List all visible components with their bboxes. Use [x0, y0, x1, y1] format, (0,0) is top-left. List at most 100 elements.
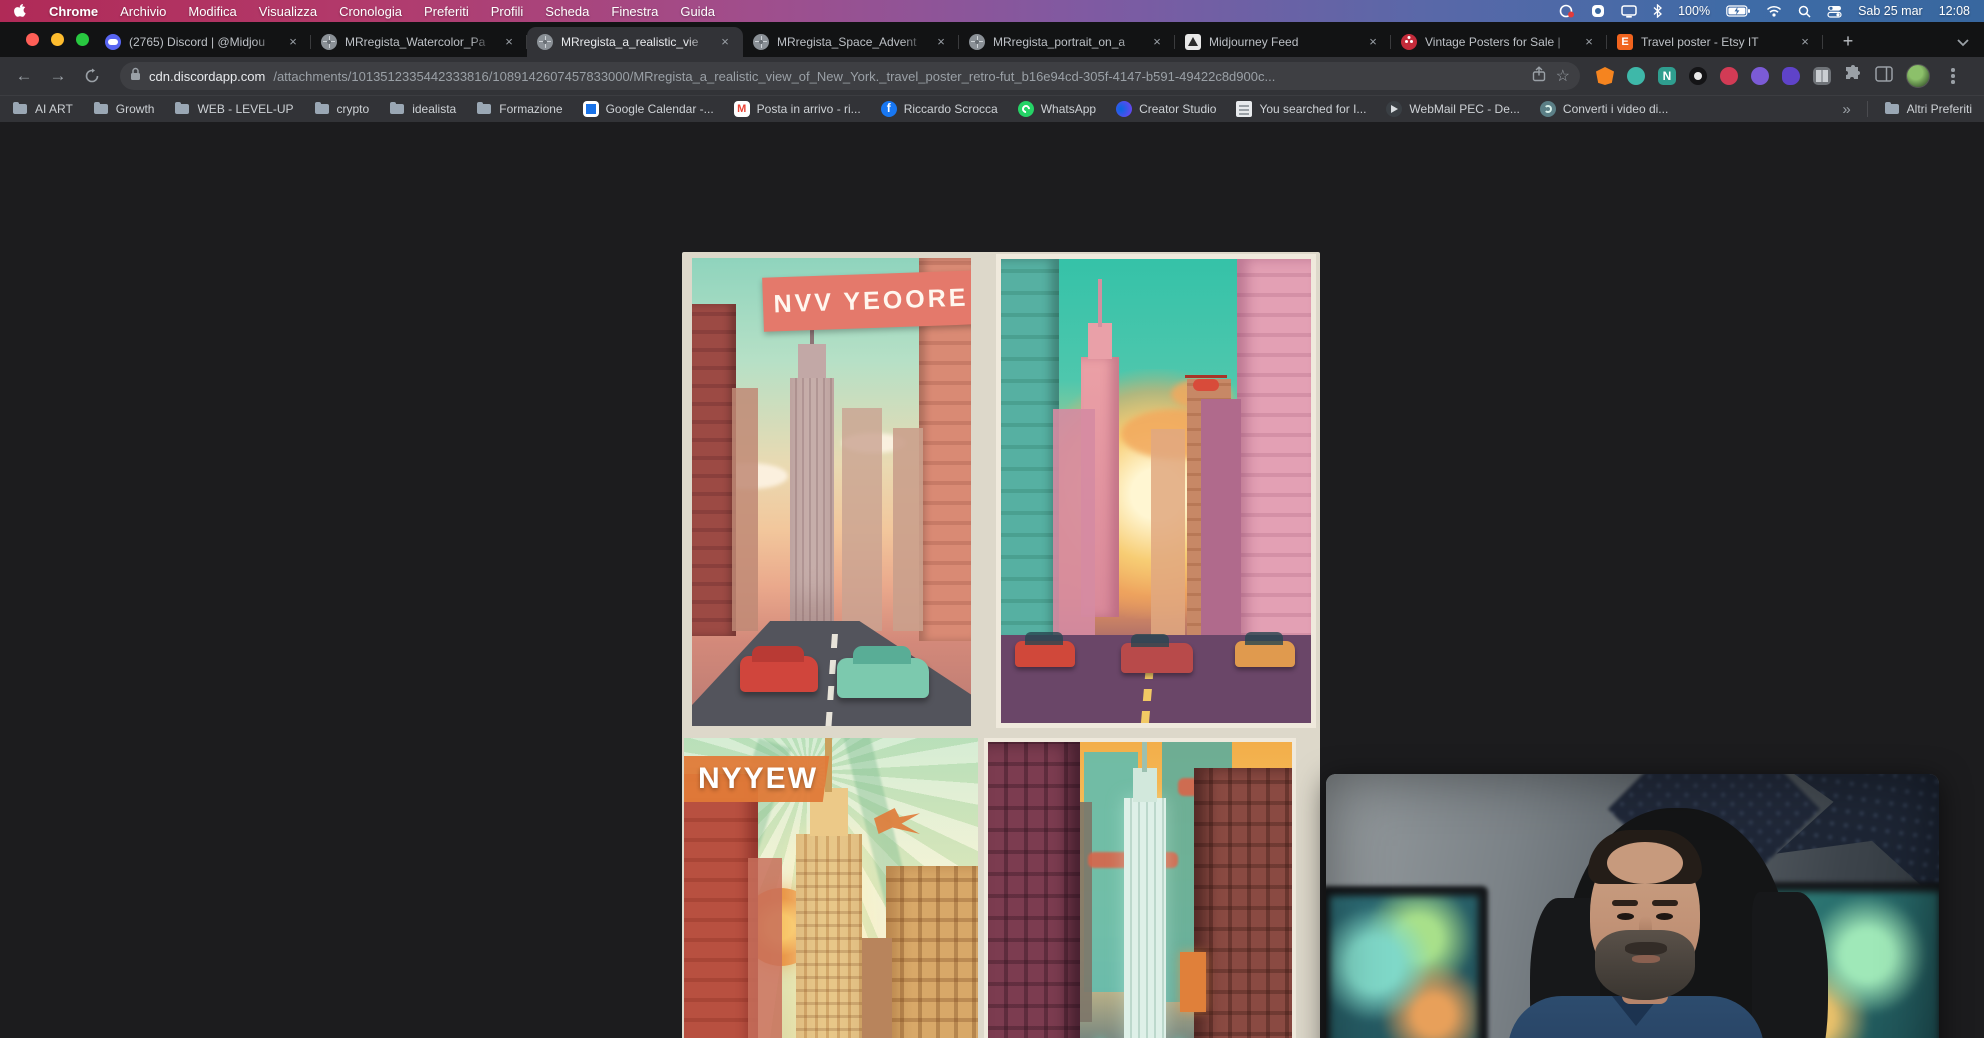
menu-preferiti[interactable]: Preferiti [424, 4, 469, 19]
tab-close-icon[interactable]: × [1581, 34, 1597, 50]
bookmarks-overflow-button[interactable]: » [1842, 101, 1850, 118]
etsy-icon [1617, 34, 1633, 50]
bookmark-converti-video[interactable]: Converti i video di... [1540, 101, 1668, 117]
bookmark-facebook-profile[interactable]: Riccardo Scrocca [881, 101, 998, 117]
minimize-window-button[interactable] [51, 33, 64, 46]
shield-app-icon[interactable] [1591, 4, 1605, 18]
tab-discord[interactable]: (2765) Discord | @Midjou × [95, 27, 311, 57]
tab-midjourney-feed[interactable]: Midjourney Feed × [1175, 27, 1391, 57]
chrome-menu-icon[interactable] [1943, 64, 1963, 88]
tab-close-icon[interactable]: × [933, 34, 949, 50]
menu-finestra[interactable]: Finestra [611, 4, 658, 19]
fullscreen-window-button[interactable] [76, 33, 89, 46]
menu-cronologia[interactable]: Cronologia [339, 4, 402, 19]
menu-app-name[interactable]: Chrome [49, 4, 98, 19]
gmail-icon [734, 101, 750, 117]
screen-record-status-icon[interactable] [1559, 4, 1575, 18]
menubar-time[interactable]: 12:08 [1939, 4, 1970, 18]
chrome-tab-strip: (2765) Discord | @Midjou × MRregista_Wat… [0, 22, 1984, 57]
menu-visualizza[interactable]: Visualizza [259, 4, 317, 19]
other-bookmarks-folder[interactable]: Altri Preferiti [1884, 101, 1972, 117]
vintage-car [1015, 641, 1075, 667]
share-icon[interactable] [1532, 66, 1546, 87]
globe-icon [969, 34, 985, 50]
menu-archivio[interactable]: Archivio [120, 4, 166, 19]
document-icon [1236, 101, 1252, 117]
new-tab-button[interactable]: + [1835, 29, 1861, 55]
url-domain: cdn.discordapp.com [149, 69, 265, 84]
tab-close-icon[interactable]: × [1149, 34, 1165, 50]
tab-space-adventure[interactable]: MRregista_Space_Advent × [743, 27, 959, 57]
forward-button[interactable]: → [44, 62, 72, 90]
empire-state-building-illustration [790, 378, 834, 628]
display-icon[interactable] [1621, 5, 1637, 18]
purple-extension-icon[interactable] [1751, 67, 1769, 85]
spotlight-search-icon[interactable] [1798, 5, 1811, 18]
menu-guida[interactable]: Guida [680, 4, 715, 19]
teal-extension-icon[interactable] [1627, 67, 1645, 85]
vintage-car [1121, 643, 1193, 673]
wifi-icon[interactable] [1766, 5, 1782, 17]
red-extension-icon[interactable] [1720, 67, 1738, 85]
bookmark-whatsapp[interactable]: WhatsApp [1018, 101, 1096, 117]
bookmark-folder-web-level-up[interactable]: WEB - LEVEL-UP [174, 101, 293, 117]
bookmark-you-searched[interactable]: You searched for I... [1236, 101, 1366, 117]
grid-extension-icon[interactable] [1813, 67, 1831, 85]
tab-close-icon[interactable]: × [717, 34, 733, 50]
poster-building [684, 774, 758, 1038]
apple-logo-icon[interactable] [14, 4, 27, 19]
poster-building [886, 866, 978, 1038]
bookmark-folder-crypto[interactable]: crypto [314, 101, 370, 117]
tab-close-icon[interactable]: × [1797, 34, 1813, 50]
bookmark-creator-studio[interactable]: Creator Studio [1116, 101, 1216, 117]
tab-watercolor[interactable]: MRregista_Watercolor_Pa × [311, 27, 527, 57]
menu-scheda[interactable]: Scheda [545, 4, 589, 19]
violet-extension-icon[interactable] [1782, 67, 1800, 85]
poster-neon-sign [1180, 952, 1206, 1012]
tab-vintage-posters[interactable]: Vintage Posters for Sale | × [1391, 27, 1607, 57]
bookmark-star-icon[interactable]: ☆ [1556, 66, 1570, 86]
bookmark-folder-growth[interactable]: Growth [93, 101, 155, 117]
back-button[interactable]: ← [10, 62, 38, 90]
side-panel-icon[interactable] [1875, 66, 1893, 87]
poster-building [1001, 259, 1059, 643]
bookmark-gmail-inbox[interactable]: Posta in arrivo - ri... [734, 101, 861, 117]
control-center-icon[interactable] [1827, 5, 1842, 18]
dark-extension-icon[interactable] [1689, 67, 1707, 85]
tab-close-icon[interactable]: × [1365, 34, 1381, 50]
pec-mail-icon [1386, 101, 1402, 117]
tab-etsy[interactable]: Travel poster - Etsy IT × [1607, 27, 1823, 57]
address-bar[interactable]: cdn.discordapp.com /attachments/10135123… [120, 62, 1580, 90]
bluetooth-icon[interactable] [1653, 4, 1662, 18]
tab-close-icon[interactable]: × [285, 34, 301, 50]
tab-realistic-view-active[interactable]: MRregista_a_realistic_vie × [527, 27, 743, 57]
bookmark-google-calendar[interactable]: Google Calendar -... [583, 101, 714, 117]
notion-extension-icon[interactable] [1658, 67, 1676, 85]
reload-button[interactable] [78, 62, 106, 90]
folder-icon [476, 101, 492, 117]
close-window-button[interactable] [26, 33, 39, 46]
tab-search-chevron-icon[interactable] [1956, 34, 1970, 52]
bookmarks-bar: AI ART Growth WEB - LEVEL-UP crypto idea… [0, 95, 1984, 122]
metamask-extension-icon[interactable] [1596, 67, 1614, 85]
menu-profili[interactable]: Profili [491, 4, 524, 19]
tab-portrait[interactable]: MRregista_portrait_on_a × [959, 27, 1175, 57]
menu-modifica[interactable]: Modifica [188, 4, 236, 19]
menubar-date[interactable]: Sab 25 mar [1858, 4, 1923, 18]
helicopter-illustration [1193, 379, 1219, 391]
poster-title-text: NYYEW [698, 762, 818, 796]
vintage-car-teal [837, 658, 929, 698]
battery-icon[interactable] [1726, 5, 1750, 17]
bookmark-folder-ai-art[interactable]: AI ART [12, 101, 73, 117]
profile-avatar[interactable] [1906, 64, 1930, 88]
bookmark-webmail-pec[interactable]: WebMail PEC - De... [1386, 101, 1519, 117]
folder-icon [174, 101, 190, 117]
red-shop-icon [1401, 34, 1417, 50]
bookmark-folder-idealista[interactable]: idealista [389, 101, 456, 117]
poster-building [692, 304, 736, 636]
tab-close-icon[interactable]: × [501, 34, 517, 50]
bookmark-folder-formazione[interactable]: Formazione [476, 101, 562, 117]
extensions-puzzle-icon[interactable] [1844, 65, 1862, 88]
battery-percent: 100% [1678, 4, 1710, 18]
extensions-row [1596, 64, 1963, 88]
